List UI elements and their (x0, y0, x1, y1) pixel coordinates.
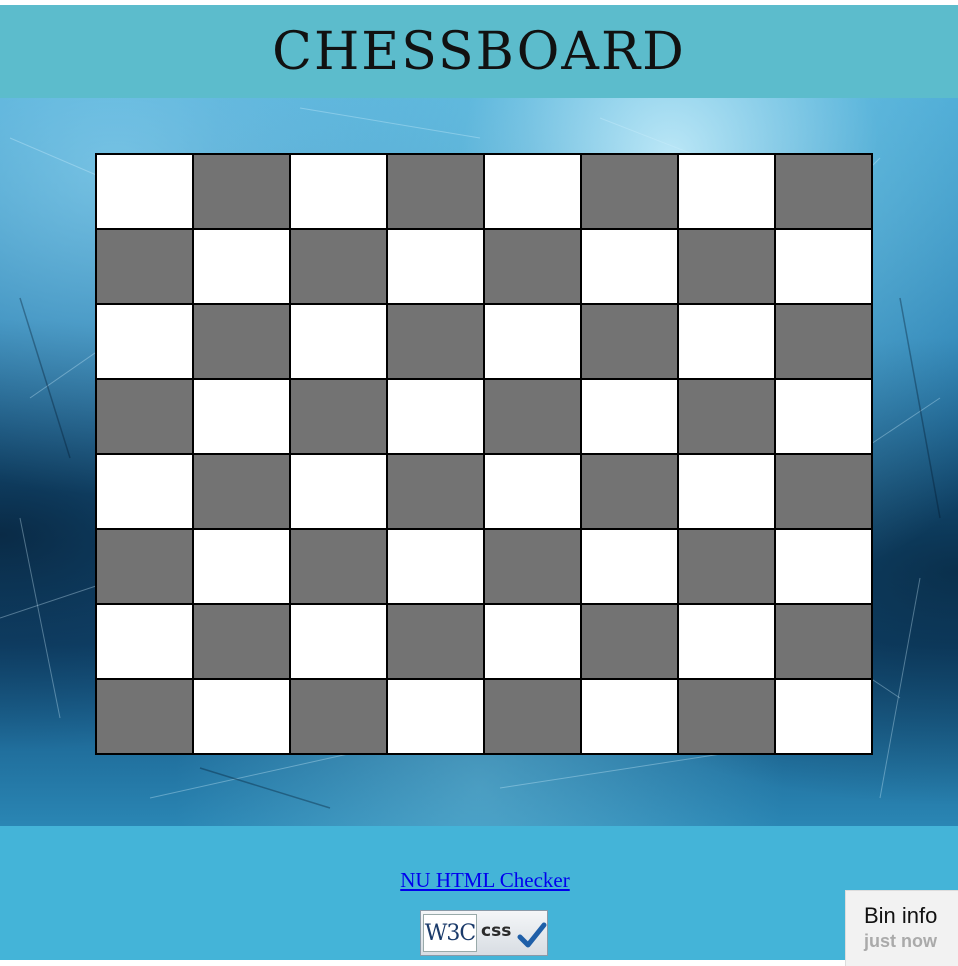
w3c-logo: W3C (423, 914, 477, 952)
board-square (291, 605, 386, 678)
board-square (776, 380, 871, 453)
board-square (679, 155, 774, 228)
board-square (679, 455, 774, 528)
board-square (388, 455, 483, 528)
board-square (194, 530, 289, 603)
board-square (679, 680, 774, 753)
board-square (194, 155, 289, 228)
board-square (388, 680, 483, 753)
board-square (97, 230, 192, 303)
board-square (776, 155, 871, 228)
board-square (776, 605, 871, 678)
board-square (582, 380, 677, 453)
page-header: CHESSBOARD (0, 5, 958, 98)
checkmark-icon (517, 922, 547, 948)
w3c-css-badge[interactable]: W3C css (420, 910, 548, 956)
board-square (485, 605, 580, 678)
board-square (485, 380, 580, 453)
board-square (582, 305, 677, 378)
board-square (582, 605, 677, 678)
chessboard (95, 153, 873, 755)
bin-info-panel[interactable]: Bin info just now (845, 890, 958, 966)
footer-bottom-line (0, 960, 958, 966)
board-square (194, 380, 289, 453)
board-square (776, 455, 871, 528)
board-square (97, 305, 192, 378)
board-square (776, 305, 871, 378)
board-square (679, 230, 774, 303)
board-square (291, 230, 386, 303)
board-square (194, 455, 289, 528)
board-square (485, 455, 580, 528)
board-square (485, 230, 580, 303)
css-label: css (481, 921, 512, 941)
board-square (582, 455, 677, 528)
board-square (97, 530, 192, 603)
board-square (388, 305, 483, 378)
board-square (776, 680, 871, 753)
board-square (291, 680, 386, 753)
board-square (97, 455, 192, 528)
board-square (388, 605, 483, 678)
board-square (291, 155, 386, 228)
board-square (194, 605, 289, 678)
board-square (388, 380, 483, 453)
board-square (291, 380, 386, 453)
board-square (388, 230, 483, 303)
board-square (388, 530, 483, 603)
board-square (485, 530, 580, 603)
board-square (776, 530, 871, 603)
bin-info-time: just now (864, 931, 937, 951)
bin-info-title: Bin info (864, 903, 938, 928)
page-title: CHESSBOARD (272, 21, 686, 82)
board-square (679, 305, 774, 378)
board-square (97, 605, 192, 678)
board-square (582, 155, 677, 228)
nu-html-checker-link[interactable]: NU HTML Checker (0, 868, 958, 893)
board-square (97, 680, 192, 753)
board-square (485, 155, 580, 228)
board-square (679, 530, 774, 603)
board-square (97, 155, 192, 228)
board-square (485, 680, 580, 753)
board-square (291, 530, 386, 603)
board-square (679, 380, 774, 453)
board-square (582, 230, 677, 303)
board-square (194, 680, 289, 753)
board-square (582, 680, 677, 753)
board-square (291, 305, 386, 378)
board-square (97, 380, 192, 453)
board-square (194, 305, 289, 378)
board-square (776, 230, 871, 303)
board-square (194, 230, 289, 303)
board-square (485, 305, 580, 378)
board-square (291, 455, 386, 528)
board-square (679, 605, 774, 678)
board-square (582, 530, 677, 603)
board-square (388, 155, 483, 228)
